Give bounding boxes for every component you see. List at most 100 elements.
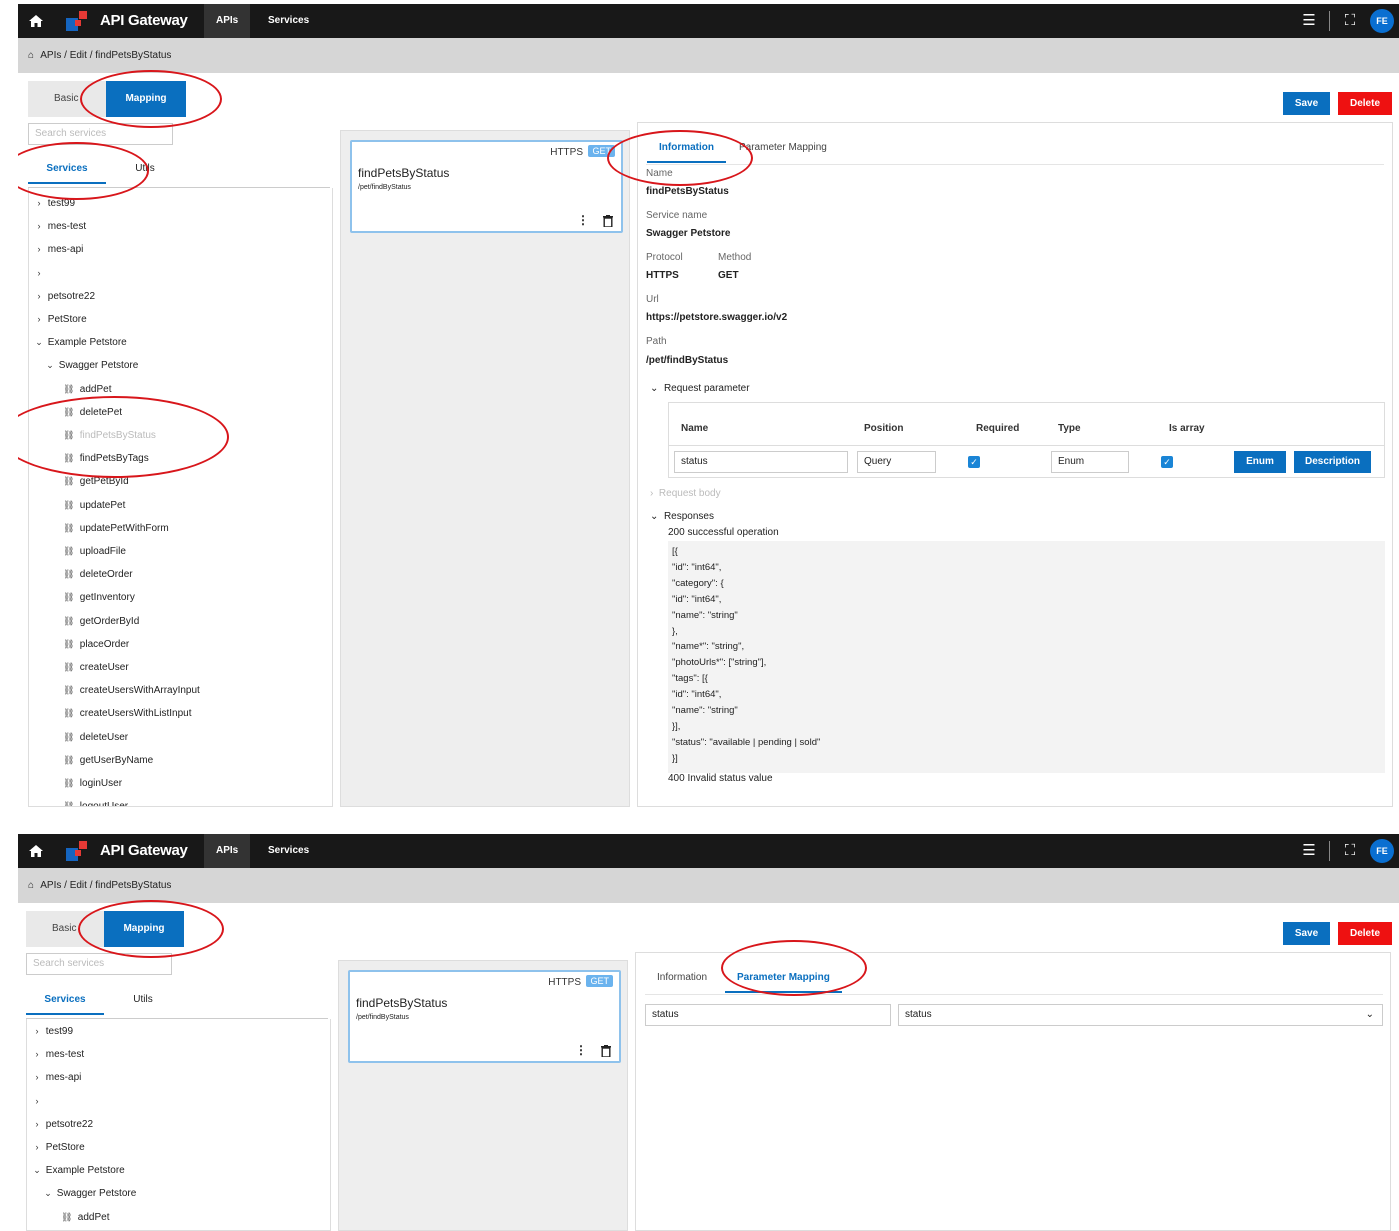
- tab-parameter-mapping[interactable]: Parameter Mapping: [727, 133, 839, 163]
- param-name-input[interactable]: status: [674, 451, 848, 473]
- tree-item[interactable]: ›: [33, 263, 45, 283]
- trash-icon[interactable]: [603, 215, 613, 227]
- more-vert-icon[interactable]: ⋮: [577, 214, 589, 226]
- breadcrumb-text[interactable]: APIs / Edit / findPetsByStatus: [40, 50, 171, 61]
- tree-item[interactable]: ⛓ createUser: [63, 657, 129, 677]
- chevron-down-icon: ⌄: [33, 1165, 41, 1176]
- fullscreen-icon[interactable]: ⛶: [1342, 843, 1358, 859]
- tree-item[interactable]: › mes-test: [31, 1044, 85, 1064]
- search-input[interactable]: Search services: [26, 953, 172, 975]
- tree-item-label: getUserByName: [79, 754, 154, 766]
- tree-item[interactable]: ⌄ Swagger Petstore: [44, 355, 138, 375]
- tree-item[interactable]: ⛓ deleteUser: [63, 727, 128, 747]
- tree-item[interactable]: ⛓ findPetsByStatus: [63, 425, 156, 445]
- required-checkbox[interactable]: ✓: [968, 456, 980, 468]
- tab-services[interactable]: Services: [26, 985, 104, 1015]
- tree-item-label: getInventory: [79, 592, 135, 604]
- tree-item[interactable]: ⛓ getInventory: [63, 587, 135, 607]
- mapping-source-input[interactable]: status: [645, 1004, 891, 1026]
- tree-item[interactable]: › PetStore: [31, 1137, 85, 1157]
- search-input[interactable]: Search services: [28, 123, 173, 145]
- tab-information[interactable]: Information: [645, 963, 719, 993]
- tab-basic[interactable]: Basic: [28, 81, 108, 117]
- settings-sliders-icon[interactable]: ☰: [1301, 843, 1317, 859]
- home-icon[interactable]: ⌂: [28, 38, 38, 73]
- delete-button[interactable]: Delete: [1338, 92, 1392, 115]
- tree-item[interactable]: ⛓ getOrderById: [63, 611, 139, 631]
- nav-apis[interactable]: APIs: [204, 834, 251, 868]
- mapping-target-select[interactable]: status ⌄: [898, 1004, 1383, 1026]
- service-name-value: Swagger Petstore: [646, 228, 731, 239]
- tree-item[interactable]: › test99: [31, 1021, 74, 1041]
- tree-item[interactable]: ⛓ uploadFile: [63, 541, 126, 561]
- tab-utils[interactable]: Utils: [106, 154, 184, 184]
- home-icon[interactable]: [28, 843, 44, 859]
- tree-item[interactable]: ⛓ findPetsByTags: [63, 448, 149, 468]
- nav-services[interactable]: Services: [256, 4, 321, 38]
- tree-item-label: logoutUser: [79, 801, 129, 807]
- tree-item[interactable]: › mes-api: [31, 1067, 82, 1087]
- fullscreen-icon[interactable]: ⛶: [1342, 13, 1358, 29]
- tab-services[interactable]: Services: [28, 154, 106, 184]
- tree-item[interactable]: ⛓ deleteOrder: [63, 564, 133, 584]
- home-icon[interactable]: [28, 13, 44, 29]
- save-button[interactable]: Save: [1283, 922, 1330, 945]
- chevron-down-icon: ⌄: [650, 383, 659, 394]
- tree-item[interactable]: ⌄ Example Petstore: [31, 1160, 125, 1180]
- save-button[interactable]: Save: [1283, 92, 1330, 115]
- tree-item[interactable]: ⛓ logoutUser: [63, 796, 129, 807]
- tree-item[interactable]: › PetStore: [33, 309, 87, 329]
- trash-icon[interactable]: [601, 1045, 611, 1057]
- tree-item[interactable]: ⛓ loginUser: [63, 773, 122, 793]
- tree-item[interactable]: ⛓ addPet: [63, 379, 111, 399]
- tree-item-label: addPet: [77, 1211, 110, 1223]
- tab-mapping[interactable]: Mapping: [104, 911, 184, 947]
- tree-item[interactable]: ⛓ createUsersWithArrayInput: [63, 680, 200, 700]
- tree-item[interactable]: ›: [31, 1091, 43, 1111]
- avatar[interactable]: FE: [1370, 839, 1394, 863]
- tree-item[interactable]: ⛓ placeOrder: [63, 634, 129, 654]
- tab-parameter-mapping[interactable]: Parameter Mapping: [725, 963, 842, 993]
- service-tree: › test99 › mes-test › mes-api › › petsotre2…: [28, 188, 333, 807]
- is-array-checkbox[interactable]: ✓: [1161, 456, 1173, 468]
- tree-item[interactable]: ⛓ getUserByName: [63, 750, 153, 770]
- breadcrumb-text[interactable]: APIs / Edit / findPetsByStatus: [40, 880, 171, 891]
- enum-button[interactable]: Enum: [1234, 451, 1286, 473]
- home-icon[interactable]: ⌂: [28, 868, 38, 903]
- endpoint-card[interactable]: HTTPS GET findPetsByStatus /pet/findBySt…: [350, 140, 623, 233]
- tree-item-label: test99: [45, 1026, 74, 1037]
- tree-item[interactable]: › test99: [33, 193, 76, 213]
- avatar[interactable]: FE: [1370, 9, 1394, 33]
- tree-item[interactable]: ⛓ createUsersWithListInput: [63, 703, 192, 723]
- tree-item[interactable]: ⛓ addPet: [61, 1207, 109, 1227]
- more-vert-icon[interactable]: ⋮: [575, 1044, 587, 1056]
- tab-basic[interactable]: Basic: [26, 911, 106, 947]
- endpoint-card[interactable]: HTTPS GET findPetsByStatus /pet/findBySt…: [348, 970, 621, 1063]
- nav-services[interactable]: Services: [256, 834, 321, 868]
- tree-item[interactable]: › petsotre22: [31, 1114, 94, 1134]
- tree-item[interactable]: › mes-api: [33, 239, 84, 259]
- tab-mapping[interactable]: Mapping: [106, 81, 186, 117]
- description-button[interactable]: Description: [1294, 451, 1371, 473]
- tree-item[interactable]: ⛓ getPetById: [63, 471, 129, 491]
- responses-toggle[interactable]: ⌄ Responses: [650, 511, 714, 522]
- param-position-input[interactable]: Query: [857, 451, 936, 473]
- tree-item[interactable]: ⌄ Swagger Petstore: [42, 1183, 136, 1203]
- tree-item[interactable]: ⛓ updatePetWithForm: [63, 518, 169, 538]
- settings-sliders-icon[interactable]: ☰: [1301, 13, 1317, 29]
- tab-information[interactable]: Information: [647, 133, 726, 163]
- tree-item[interactable]: › mes-test: [33, 216, 87, 236]
- request-body-toggle[interactable]: › Request body: [650, 488, 721, 499]
- nav-apis[interactable]: APIs: [204, 4, 251, 38]
- link-icon: ⛓: [63, 406, 75, 417]
- tab-utils[interactable]: Utils: [104, 985, 182, 1015]
- tree-item[interactable]: ⛓ deletePet: [63, 402, 122, 422]
- tree-item[interactable]: › petsotre22: [33, 286, 96, 306]
- delete-button[interactable]: Delete: [1338, 922, 1392, 945]
- param-type-input[interactable]: Enum: [1051, 451, 1129, 473]
- tree-item-label: getOrderById: [79, 615, 140, 627]
- request-parameter-toggle[interactable]: ⌄ Request parameter: [650, 383, 750, 394]
- tree-item[interactable]: ⛓ updatePet: [63, 495, 125, 515]
- tree-item[interactable]: ⌄ Example Petstore: [33, 332, 127, 352]
- response-200: 200 successful operation: [668, 527, 779, 538]
